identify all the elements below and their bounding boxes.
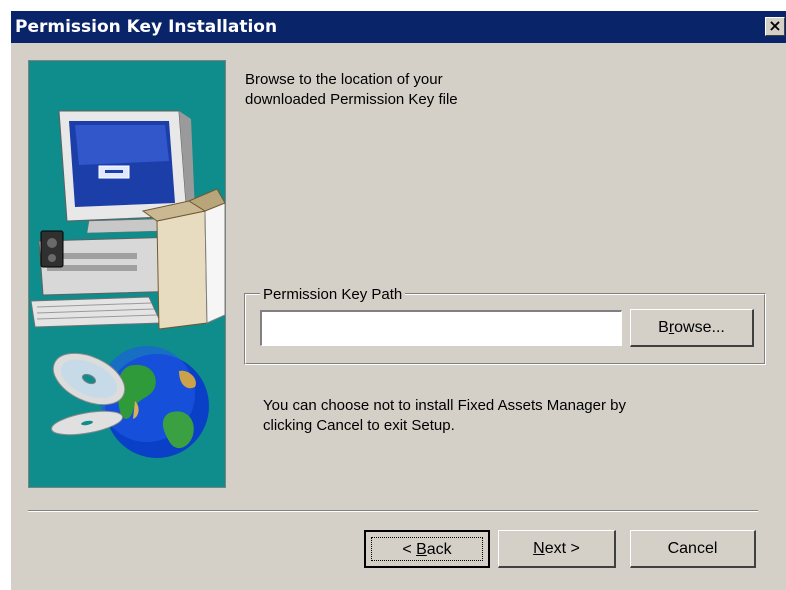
info-line-2: clicking Cancel to exit Setup. xyxy=(263,417,455,434)
next-button[interactable]: Next > xyxy=(498,530,616,568)
setup-illustration-art xyxy=(30,110,225,458)
group-label: Permission Key Path xyxy=(260,286,406,303)
back-label-post: ack xyxy=(426,541,452,558)
cancel-button[interactable]: Cancel xyxy=(630,530,756,568)
window-title: Permission Key Installation xyxy=(15,17,278,37)
instruction-line-2: downloaded Permission Key file xyxy=(245,91,458,108)
instruction-line-1: Browse to the location of your xyxy=(245,71,443,88)
back-button[interactable]: < Back xyxy=(364,530,490,568)
next-label-post: ext > xyxy=(544,540,580,557)
title-bar[interactable]: Permission Key Installation × xyxy=(11,11,786,43)
browse-label-post: owse... xyxy=(674,319,725,336)
info-line-1: You can choose not to install Fixed Asse… xyxy=(263,397,626,414)
back-label-accel: B xyxy=(416,541,427,558)
browse-label-pre: B xyxy=(658,319,669,336)
browse-button[interactable]: Browse... xyxy=(630,309,754,347)
back-label: < Back xyxy=(402,541,451,558)
close-icon[interactable]: × xyxy=(765,17,785,36)
cancel-info-text: You can choose not to install Fixed Asse… xyxy=(263,396,723,436)
separator xyxy=(28,510,758,512)
instruction-text: Browse to the location of your downloade… xyxy=(245,70,545,110)
permission-key-path-input[interactable] xyxy=(260,310,622,346)
next-label-accel: N xyxy=(533,540,545,557)
back-label-pre: < xyxy=(402,541,417,558)
setup-illustration xyxy=(28,60,226,488)
